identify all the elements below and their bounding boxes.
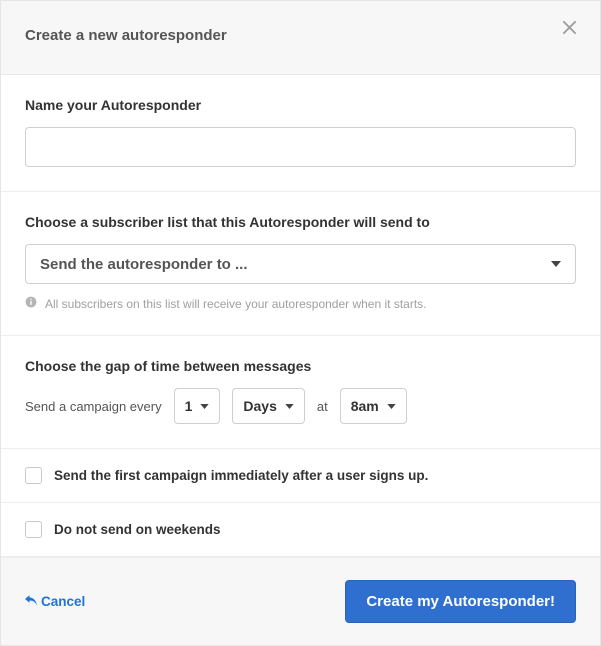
- chevron-down-icon: [200, 404, 209, 409]
- name-label: Name your Autoresponder: [25, 97, 576, 113]
- gap-count-value: 1: [185, 398, 193, 414]
- reply-arrow-icon: [25, 594, 37, 609]
- cancel-button[interactable]: Cancel: [25, 594, 85, 609]
- chevron-down-icon: [285, 404, 294, 409]
- gap-unit-select[interactable]: Days: [232, 388, 304, 424]
- list-label: Choose a subscriber list that this Autor…: [25, 214, 576, 230]
- first-immediately-checkbox[interactable]: [25, 467, 42, 484]
- list-hint-text: All subscribers on this list will receiv…: [45, 297, 427, 311]
- list-hint: All subscribers on this list will receiv…: [25, 296, 576, 311]
- gap-prefix: Send a campaign every: [25, 399, 162, 414]
- subscriber-list-select[interactable]: Send the autoresponder to ...: [25, 244, 576, 284]
- close-icon: [563, 21, 576, 34]
- create-autoresponder-button[interactable]: Create my Autoresponder!: [345, 580, 576, 623]
- gap-count-select[interactable]: 1: [174, 388, 221, 424]
- gap-at-label: at: [317, 399, 328, 414]
- chevron-down-icon: [551, 261, 561, 267]
- gap-row: Send a campaign every 1 Days at 8am: [25, 388, 576, 424]
- autoresponder-name-input[interactable]: [25, 127, 576, 167]
- chevron-down-icon: [387, 404, 396, 409]
- cancel-label: Cancel: [41, 594, 85, 609]
- gap-label: Choose the gap of time between messages: [25, 358, 576, 374]
- modal-footer: Cancel Create my Autoresponder!: [1, 557, 600, 645]
- create-autoresponder-modal: Create a new autoresponder Name your Aut…: [0, 0, 601, 646]
- first-immediately-label: Send the first campaign immediately afte…: [54, 468, 428, 483]
- skip-weekends-label: Do not send on weekends: [54, 522, 221, 537]
- first-immediately-section: Send the first campaign immediately afte…: [1, 449, 600, 503]
- close-button[interactable]: [563, 21, 576, 34]
- gap-time-value: 8am: [351, 398, 379, 414]
- skip-weekends-checkbox[interactable]: [25, 521, 42, 538]
- skip-weekends-section: Do not send on weekends: [1, 503, 600, 557]
- name-section: Name your Autoresponder: [1, 75, 600, 192]
- subscriber-list-section: Choose a subscriber list that this Autor…: [1, 192, 600, 336]
- gap-unit-value: Days: [243, 398, 276, 414]
- gap-section: Choose the gap of time between messages …: [1, 336, 600, 449]
- info-icon: [25, 296, 37, 311]
- modal-header: Create a new autoresponder: [1, 1, 600, 75]
- gap-time-select[interactable]: 8am: [340, 388, 407, 424]
- subscriber-list-selected: Send the autoresponder to ...: [40, 256, 248, 273]
- modal-title: Create a new autoresponder: [25, 27, 227, 44]
